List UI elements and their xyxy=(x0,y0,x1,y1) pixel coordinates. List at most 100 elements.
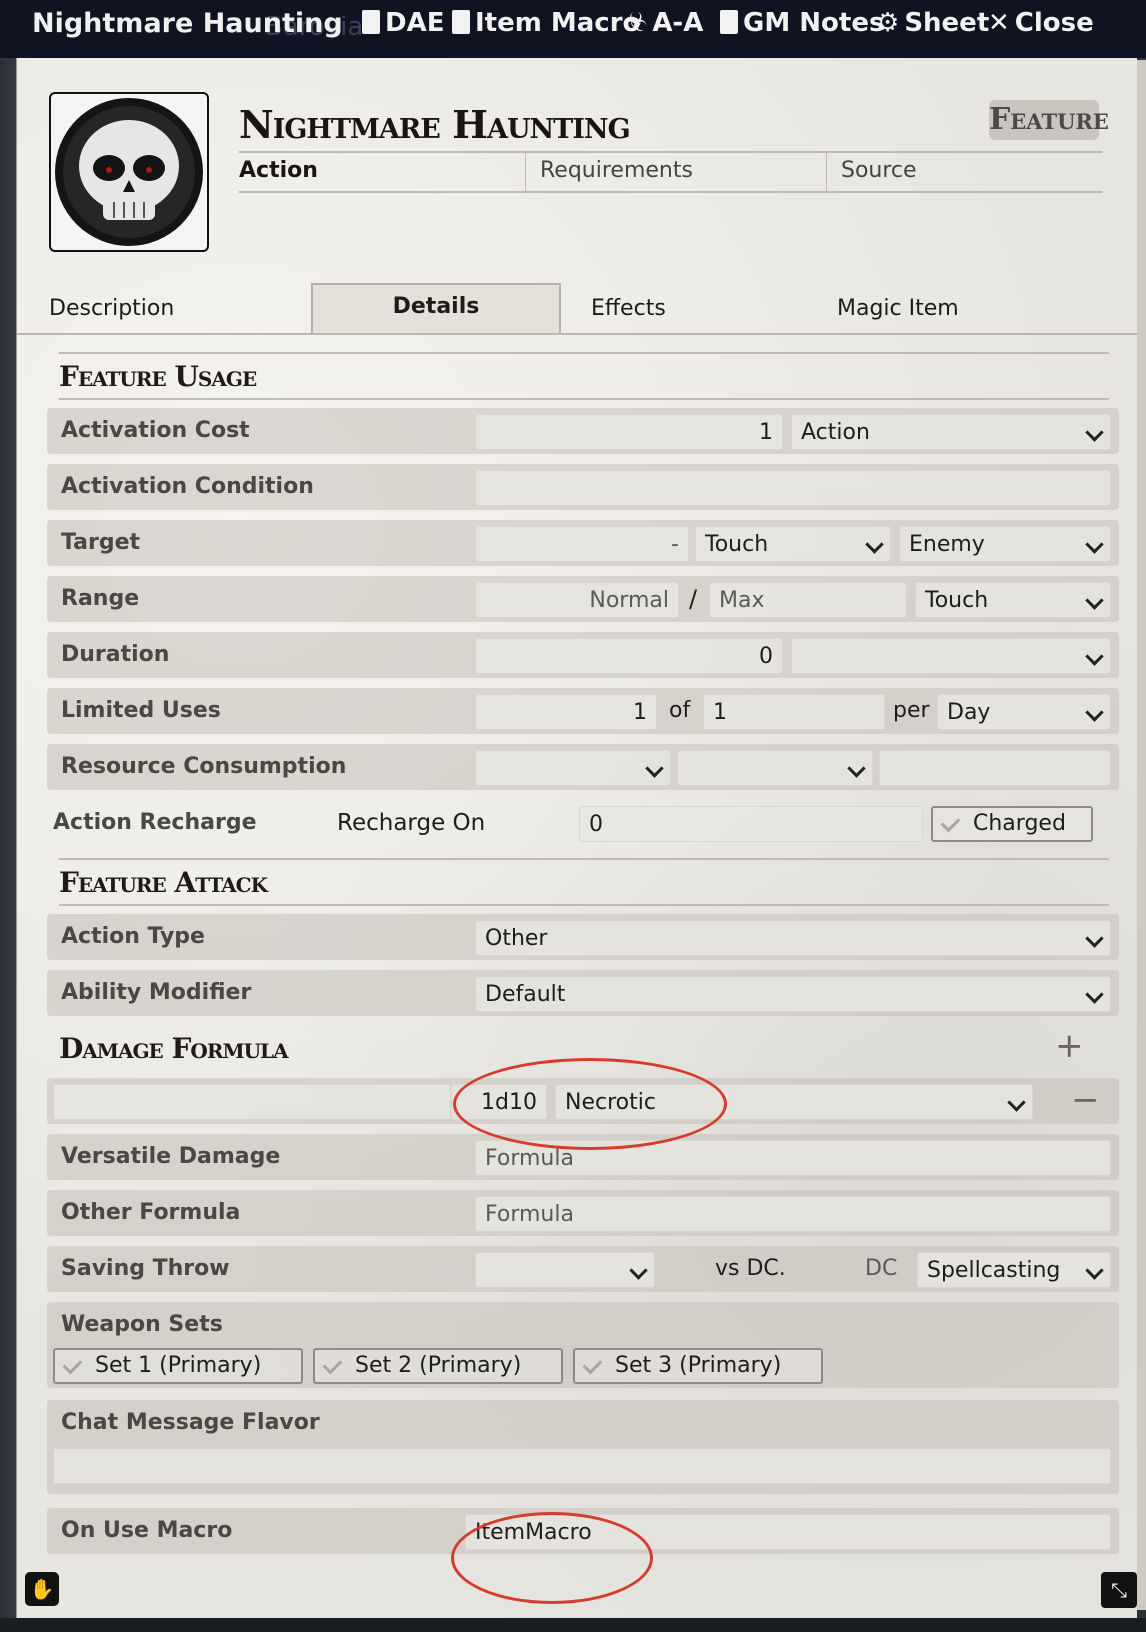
target-value-input[interactable]: - xyxy=(475,526,689,562)
check-icon xyxy=(322,1354,343,1375)
weapon-sets-row: Weapon Sets Set 1 (Primary) Set 2 (Prima… xyxy=(47,1302,1119,1388)
save-ability-select[interactable] xyxy=(475,1252,655,1288)
add-damage-icon[interactable]: + xyxy=(1055,1026,1084,1066)
item-sheet-window: Nightmare Haunting Feature Action Requir… xyxy=(16,58,1137,1618)
consume-type-select[interactable] xyxy=(475,750,671,786)
activation-condition-label: Activation Condition xyxy=(61,474,314,499)
chevron-down-icon xyxy=(1085,535,1104,554)
dc-scaling-select[interactable]: Spellcasting xyxy=(917,1252,1111,1288)
chevron-down-icon xyxy=(1085,703,1104,722)
tab-magic-item[interactable]: Magic Item xyxy=(837,287,959,331)
item-portrait[interactable] xyxy=(49,92,209,252)
target-type-select[interactable]: Enemy xyxy=(899,526,1111,562)
close-icon: ✕ xyxy=(988,8,1010,38)
range-row: Range Normal / Max Touch xyxy=(47,576,1119,622)
duration-row: Duration 0 xyxy=(47,632,1119,678)
annotation-circle xyxy=(451,1512,653,1604)
window-header[interactable]: Barovia Nightmare Haunting DAE Item Macr… xyxy=(0,0,1146,60)
chevron-down-icon xyxy=(865,535,884,554)
consume-target-select[interactable] xyxy=(677,750,873,786)
limited-uses-row: Limited Uses 1 of 1 per Day xyxy=(47,688,1119,734)
gm-notes-button[interactable]: GM Notes xyxy=(720,8,884,38)
uses-value-input[interactable]: 1 xyxy=(475,694,657,730)
chevron-down-icon xyxy=(1085,423,1104,442)
range-units-select[interactable]: Touch xyxy=(915,582,1111,618)
hand-icon[interactable]: ✋ xyxy=(25,1572,59,1606)
activation-cost-input[interactable]: 1 xyxy=(475,414,783,450)
ability-modifier-row: Ability Modifier Default xyxy=(47,970,1119,1016)
activation-type-select[interactable]: Action xyxy=(791,414,1111,450)
target-row: Target - Touch Enemy xyxy=(47,520,1119,566)
weapon-set-3-checkbox[interactable]: Set 3 (Primary) xyxy=(573,1348,823,1384)
chat-flavor-input[interactable] xyxy=(53,1448,1111,1484)
activation-cost-label: Activation Cost xyxy=(61,418,250,443)
uses-of-text: of xyxy=(669,698,691,723)
item-name[interactable]: Nightmare Haunting xyxy=(239,102,631,147)
weapon-sets-label: Weapon Sets xyxy=(61,1312,223,1337)
section-feature-attack: Feature Attack xyxy=(59,866,268,899)
weapon-set-1-checkbox[interactable]: Set 1 (Primary) xyxy=(53,1348,303,1384)
chevron-down-icon xyxy=(1085,647,1104,666)
chevron-down-icon xyxy=(629,1261,648,1280)
ability-modifier-select[interactable]: Default xyxy=(475,976,1111,1012)
duration-label: Duration xyxy=(61,642,170,667)
summary-source[interactable]: Source xyxy=(827,153,1101,191)
duration-units-select[interactable] xyxy=(791,638,1111,674)
damage-spacer xyxy=(53,1084,451,1120)
check-icon xyxy=(582,1354,603,1375)
limited-uses-label: Limited Uses xyxy=(61,698,221,723)
sheet-tabs: Description Details Effects Magic Item xyxy=(17,283,1137,335)
hotbar-strip xyxy=(0,1618,1146,1632)
action-recharge-row: Action Recharge Recharge On 0 Charged xyxy=(47,800,1119,846)
tab-description[interactable]: Description xyxy=(49,287,174,331)
tab-effects[interactable]: Effects xyxy=(591,287,666,331)
activation-condition-row: Activation Condition xyxy=(47,464,1119,510)
range-normal-input[interactable]: Normal xyxy=(475,582,679,618)
close-button[interactable]: ✕ Close xyxy=(988,8,1094,38)
weapon-set-2-checkbox[interactable]: Set 2 (Primary) xyxy=(313,1348,563,1384)
action-type-select[interactable]: Other xyxy=(475,920,1111,956)
chevron-down-icon xyxy=(1085,1261,1104,1280)
action-type-row: Action Type Other xyxy=(47,914,1119,960)
clipboard-icon xyxy=(362,10,380,34)
sheet-button[interactable]: ⚙ Sheet xyxy=(876,8,989,38)
charged-checkbox[interactable]: Charged xyxy=(931,806,1093,842)
dae-button[interactable]: DAE xyxy=(362,8,444,38)
divider xyxy=(59,398,1109,400)
recharge-value-input[interactable]: 0 xyxy=(579,806,923,842)
activation-condition-input[interactable] xyxy=(475,470,1111,506)
duration-value-input[interactable]: 0 xyxy=(475,638,783,674)
uses-max-input[interactable]: 1 xyxy=(703,694,885,730)
dc-input[interactable]: DC xyxy=(865,1246,897,1292)
ability-modifier-label: Ability Modifier xyxy=(61,980,252,1005)
uses-period-select[interactable]: Day xyxy=(937,694,1111,730)
remove-damage-icon[interactable]: − xyxy=(1071,1078,1100,1122)
chevron-down-icon xyxy=(1007,1093,1026,1112)
item-macro-button[interactable]: Item Macro xyxy=(452,8,640,38)
consume-amount-input[interactable] xyxy=(879,750,1111,786)
summary-activation: Action xyxy=(239,153,526,191)
other-formula-row: Other Formula Formula xyxy=(47,1190,1119,1236)
resize-icon[interactable]: ⤡ xyxy=(1101,1572,1137,1608)
recharge-on-text: Recharge On xyxy=(337,810,486,836)
other-formula-label: Other Formula xyxy=(61,1200,241,1225)
chat-flavor-row: Chat Message Flavor xyxy=(47,1400,1119,1494)
target-units-select[interactable]: Touch xyxy=(695,526,891,562)
tab-details[interactable]: Details xyxy=(311,283,561,333)
clipboard-icon xyxy=(720,10,738,34)
other-formula-input[interactable]: Formula xyxy=(475,1196,1111,1232)
a-a-button[interactable]: ☣ A-A xyxy=(624,8,703,38)
vs-dc-text: vs DC. xyxy=(715,1256,786,1281)
check-icon xyxy=(940,812,961,833)
summary-requirements[interactable]: Requirements xyxy=(526,153,827,191)
chevron-down-icon xyxy=(645,759,664,778)
uses-per-text: per xyxy=(893,698,930,723)
section-feature-usage: Feature Usage xyxy=(59,360,257,393)
target-label: Target xyxy=(61,530,141,555)
range-label: Range xyxy=(61,586,140,611)
annotation-circle xyxy=(453,1058,727,1150)
item-summary: Action Requirements Source xyxy=(239,151,1103,193)
action-type-label: Action Type xyxy=(61,924,205,949)
range-max-input[interactable]: Max xyxy=(709,582,907,618)
chevron-down-icon xyxy=(1085,591,1104,610)
